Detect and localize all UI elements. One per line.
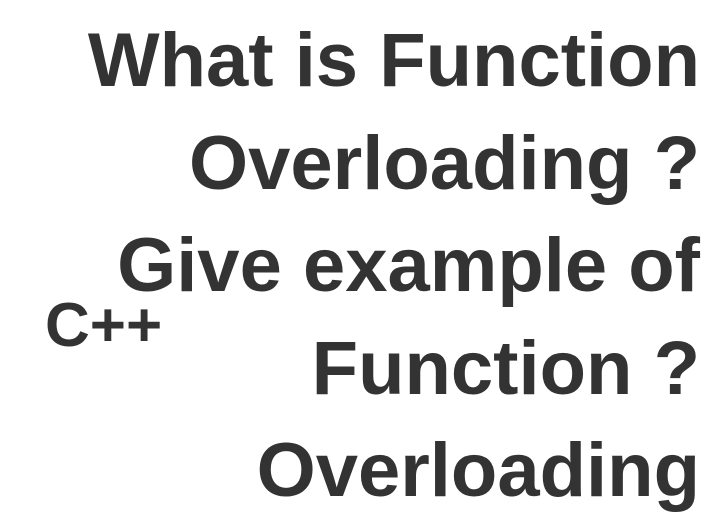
question-text: What is Function Overloading ? Give exam… (80, 10, 700, 523)
content-container: C++ What is Function Overloading ? Give … (0, 0, 720, 531)
